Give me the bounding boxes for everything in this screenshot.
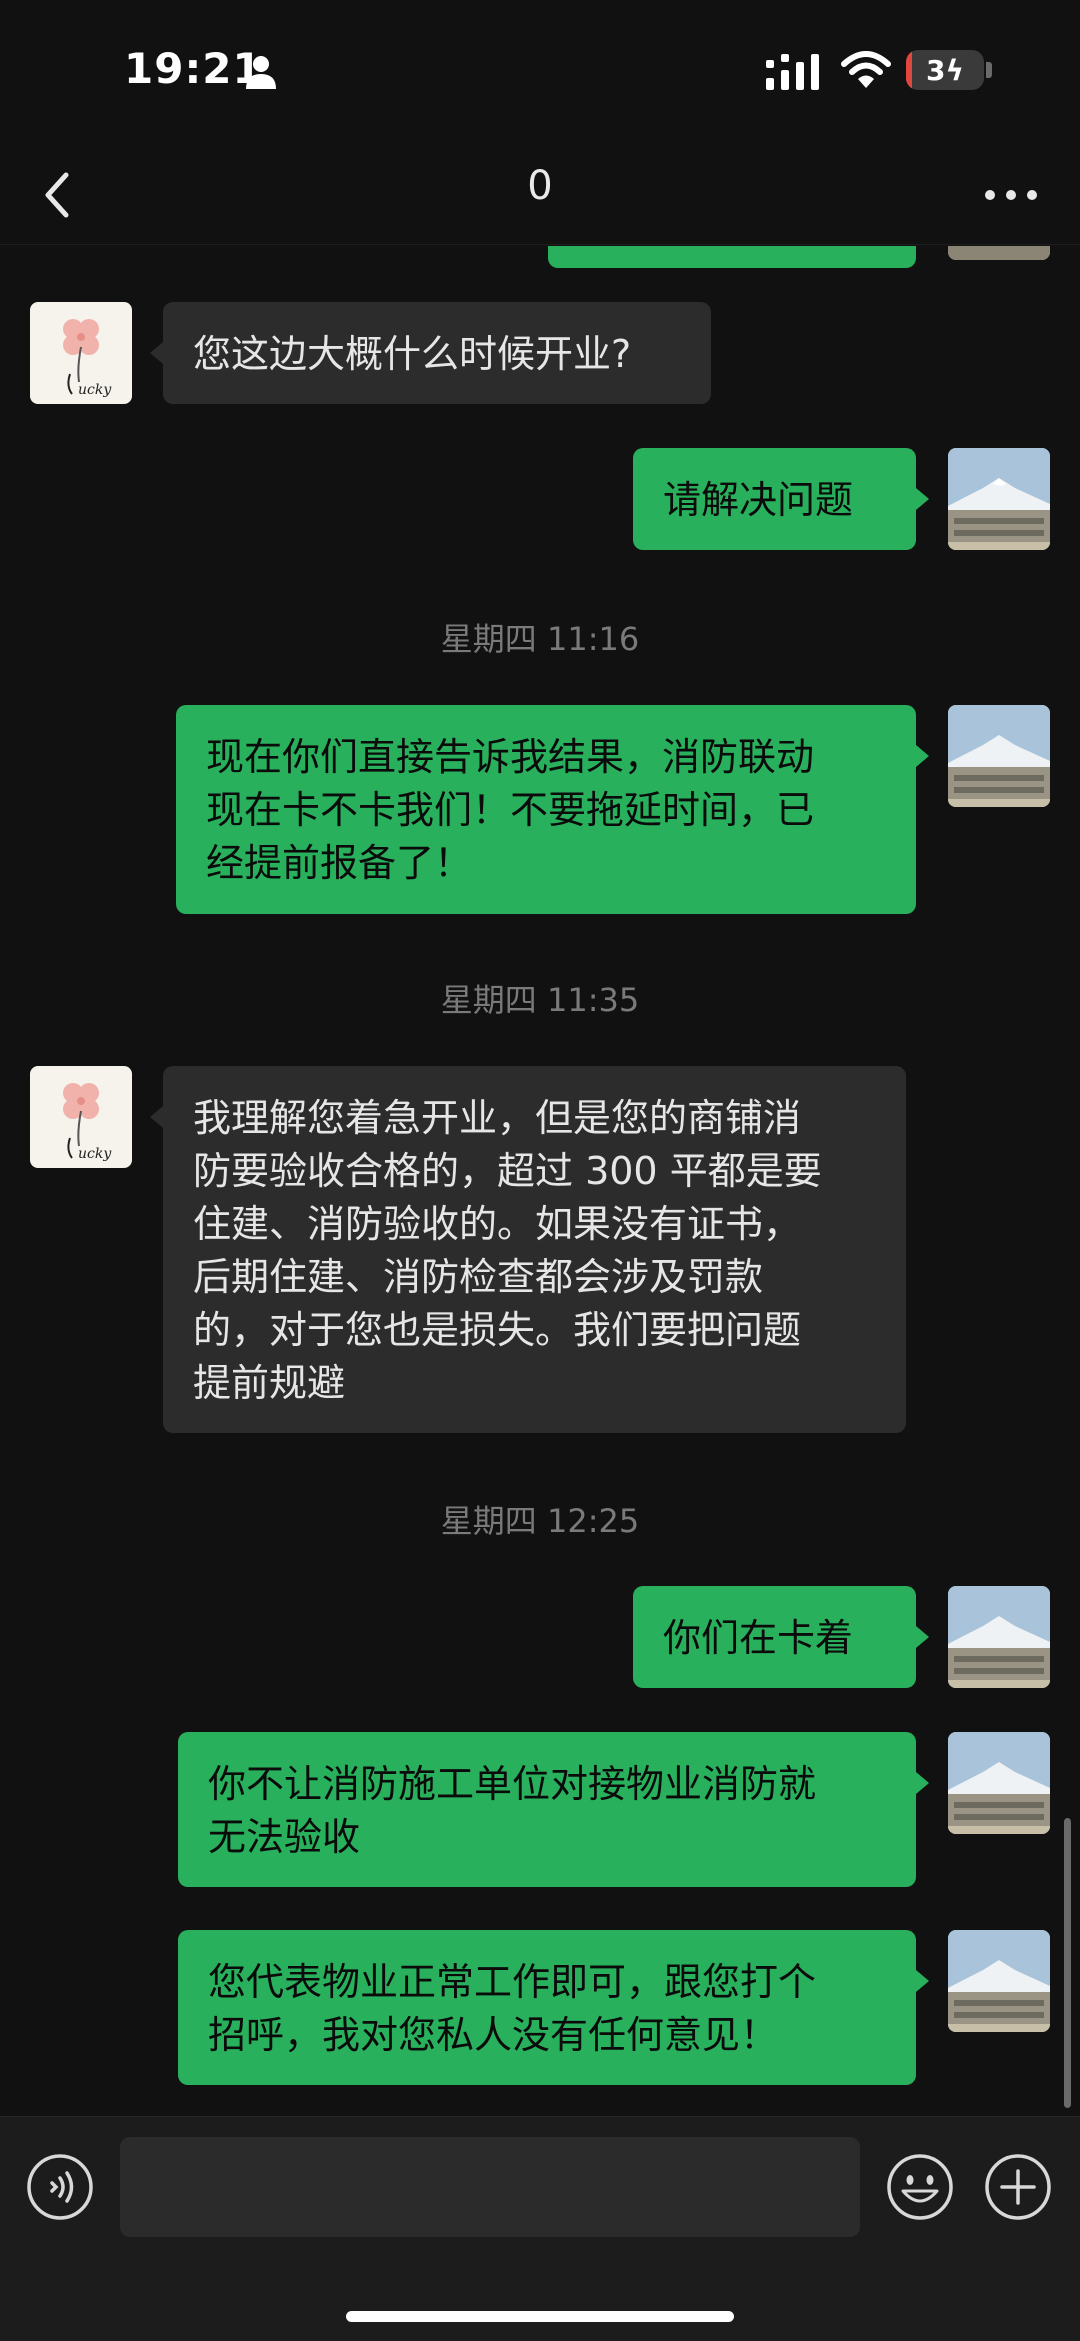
message-line: 现在你们直接告诉我结果，消防联动 [206, 735, 815, 779]
message-line: 的，对于您也是损失。我们要把问题 [193, 1308, 802, 1352]
nav-bar: 0 [0, 145, 1080, 245]
mountain-photo-icon [948, 705, 1050, 807]
message-timestamp: 星期四 12:25 [440, 1502, 640, 1540]
message-line: 招呼，我对您私人没有任何意见！ [208, 2013, 779, 2057]
plus-button[interactable] [984, 2153, 1052, 2221]
mountain-photo-icon [948, 1732, 1050, 1834]
message-text: 请解决问题 [663, 478, 854, 522]
bubble-tail [916, 1970, 929, 1992]
message-input[interactable] [120, 2137, 860, 2237]
message-line: 无法验收 [208, 1815, 361, 1859]
plus-icon [985, 2154, 1051, 2220]
avatar-lucky-text: ucky [78, 382, 112, 398]
message-bubble-outgoing[interactable]: 您代表物业正常工作即可，跟您打个 招呼，我对您私人没有任何意见！ [178, 1930, 916, 2085]
message-bubble-outgoing[interactable]: 现在你们直接告诉我结果，消防联动 现在卡不卡我们！不要拖延时间，已 经提前报备了… [176, 705, 916, 914]
emoji-icon [887, 2154, 953, 2220]
more-button[interactable] [976, 165, 1046, 225]
contact-avatar[interactable]: ucky [30, 1066, 132, 1168]
my-avatar[interactable] [948, 1930, 1050, 2032]
chat-screen: 19:21 3ϟ 0 ucky 您这边大概什么时候开业? 请解决问题 星期四 1… [0, 0, 1080, 2341]
bubble-tail [150, 1106, 163, 1128]
chat-title: 0 [527, 163, 553, 209]
message-line: 后期住建、消防检查都会涉及罚款 [193, 1255, 764, 1299]
message-line: 防要验收合格的，超过 300 平都是要 [193, 1149, 822, 1193]
status-bar: 19:21 3ϟ [0, 0, 1080, 145]
clover-icon: ucky [63, 1083, 112, 1162]
chevron-left-icon [45, 172, 69, 218]
message-line: 我理解您着急开业，但是您的商铺消 [193, 1096, 802, 1140]
message-text: 你们在卡着 [663, 1616, 854, 1660]
back-button[interactable] [30, 165, 90, 225]
bubble-tail [150, 342, 163, 364]
person-icon [246, 56, 276, 89]
message-timestamp: 星期四 11:16 [440, 620, 640, 658]
input-bar [0, 2116, 1080, 2341]
voice-button[interactable] [26, 2153, 94, 2221]
avatar-lucky-text: ucky [78, 1146, 112, 1162]
bubble-tail [916, 1772, 929, 1794]
message-bubble-incoming[interactable]: 我理解您着急开业，但是您的商铺消 防要验收合格的，超过 300 平都是要 住建、… [163, 1066, 906, 1433]
bubble-tail [916, 1626, 929, 1648]
message-timestamp: 星期四 11:35 [440, 981, 640, 1019]
previous-bubble-fragment [548, 246, 916, 268]
message-bubble-outgoing[interactable]: 你不让消防施工单位对接物业消防就 无法验收 [178, 1732, 916, 1887]
home-indicator[interactable] [346, 2311, 734, 2322]
status-time: 19:21 [124, 44, 263, 93]
battery-tip [986, 62, 992, 78]
message-bubble-outgoing[interactable]: 你们在卡着 [633, 1586, 916, 1688]
contact-avatar[interactable]: ucky [30, 302, 132, 404]
message-bubble-outgoing[interactable]: 请解决问题 [633, 448, 916, 550]
message-line: 你不让消防施工单位对接物业消防就 [208, 1762, 817, 1806]
voice-icon [27, 2154, 93, 2220]
emoji-button[interactable] [886, 2153, 954, 2221]
message-bubble-incoming[interactable]: 您这边大概什么时候开业? [163, 302, 711, 404]
my-avatar[interactable] [948, 1732, 1050, 1834]
my-avatar[interactable] [948, 1586, 1050, 1688]
clover-icon: ucky [63, 319, 112, 398]
more-dots-icon [985, 190, 1037, 200]
mountain-photo-icon [948, 448, 1050, 550]
mountain-photo-icon [948, 1930, 1050, 2032]
previous-avatar-fragment [948, 246, 1050, 260]
message-line: 提前规避 [193, 1361, 346, 1405]
my-avatar[interactable] [948, 448, 1050, 550]
battery-level-text: 3 [926, 53, 946, 87]
message-line: 现在卡不卡我们！不要拖延时间，已 [206, 788, 815, 832]
my-avatar[interactable] [948, 705, 1050, 807]
message-line: 您代表物业正常工作即可，跟您打个 [208, 1960, 817, 2004]
signal-icon [766, 54, 819, 90]
bubble-tail [916, 745, 929, 767]
mountain-photo-icon [948, 1586, 1050, 1688]
message-list[interactable]: ucky 您这边大概什么时候开业? 请解决问题 星期四 11:16 现在你们直接… [0, 246, 1080, 2116]
message-line: 住建、消防验收的。如果没有证书， [193, 1202, 802, 1246]
charging-bolt-icon: ϟ [945, 53, 964, 87]
message-text: 您这边大概什么时候开业? [193, 332, 632, 376]
wifi-icon [841, 51, 891, 88]
bubble-tail [916, 488, 929, 510]
scrollbar[interactable] [1064, 1818, 1071, 2108]
message-line: 经提前报备了！ [206, 841, 473, 885]
battery-icon: 3ϟ [906, 50, 984, 90]
